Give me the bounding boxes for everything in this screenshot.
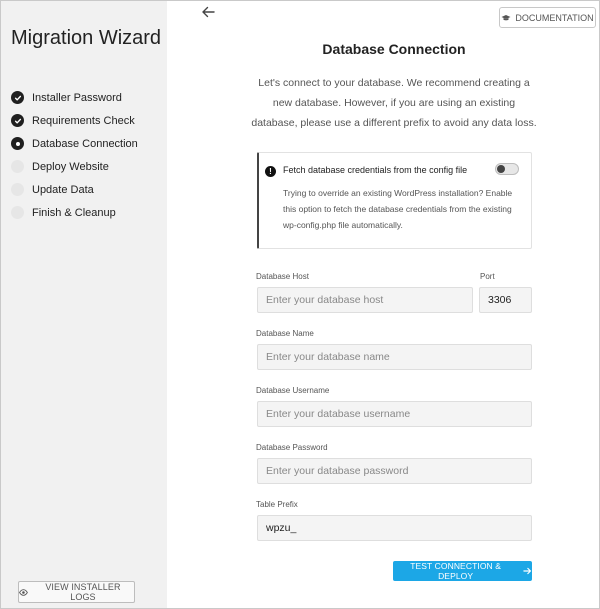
documentation-label: DOCUMENTATION — [515, 12, 594, 23]
documentation-button[interactable]: DOCUMENTATION — [499, 7, 596, 28]
test-connection-deploy-button[interactable]: TEST CONNECTION & DEPLOY — [393, 561, 532, 581]
step-label: Requirements Check — [32, 114, 135, 127]
step-label: Finish & Cleanup — [32, 206, 116, 219]
graduation-cap-icon — [501, 14, 511, 20]
intro-text: Let's connect to your database. We recom… — [251, 77, 537, 129]
db-name-input[interactable] — [257, 344, 532, 370]
table-prefix-input[interactable] — [257, 515, 532, 541]
pending-step-icon — [11, 160, 24, 173]
pending-step-icon — [11, 206, 24, 219]
step-database-connection: Database Connection — [11, 132, 138, 155]
step-finish-cleanup: Finish & Cleanup — [11, 201, 138, 224]
db-username-label: Database Username — [256, 386, 330, 395]
check-icon — [11, 114, 24, 127]
pending-step-icon — [11, 183, 24, 196]
config-notice: ! Fetch database credentials from the co… — [257, 152, 532, 249]
sidebar: Migration Wizard Installer Password Requi… — [1, 1, 167, 608]
step-list: Installer Password Requirements Check Data… — [11, 86, 138, 224]
exclamation-icon: ! — [265, 166, 276, 177]
db-password-label: Database Password — [256, 443, 328, 452]
toggle-knob — [497, 165, 505, 173]
notice-description: Trying to override an existing WordPress… — [283, 188, 513, 230]
step-label: Update Data — [32, 183, 94, 196]
step-installer-password: Installer Password — [11, 86, 138, 109]
eye-icon — [19, 588, 28, 596]
check-icon — [11, 91, 24, 104]
arrow-right-icon — [523, 567, 532, 575]
table-prefix-label: Table Prefix — [256, 500, 298, 509]
view-installer-logs-button[interactable]: VIEW INSTALLER LOGS — [18, 581, 135, 603]
fetch-credentials-toggle[interactable] — [495, 163, 519, 175]
port-input[interactable] — [479, 287, 532, 313]
current-step-icon — [11, 137, 24, 150]
notice-title: Fetch database credentials from the conf… — [283, 165, 468, 175]
step-label: Installer Password — [32, 91, 122, 104]
wizard-title: Migration Wizard — [11, 27, 162, 49]
step-update-data: Update Data — [11, 178, 138, 201]
view-installer-logs-label: VIEW INSTALLER LOGS — [45, 582, 121, 602]
port-label: Port — [480, 272, 495, 281]
db-host-label: Database Host — [256, 272, 309, 281]
db-name-label: Database Name — [256, 329, 314, 338]
db-password-input[interactable] — [257, 458, 532, 484]
step-label: Deploy Website — [32, 160, 109, 173]
step-label: Database Connection — [32, 137, 138, 150]
db-username-input[interactable] — [257, 401, 532, 427]
test-connection-deploy-label: TEST CONNECTION & DEPLOY — [410, 561, 502, 581]
step-requirements-check: Requirements Check — [11, 109, 138, 132]
arrow-left-icon[interactable] — [201, 6, 215, 18]
page-title: Database Connection — [322, 41, 466, 57]
step-deploy-website: Deploy Website — [11, 155, 138, 178]
db-host-input[interactable] — [257, 287, 473, 313]
